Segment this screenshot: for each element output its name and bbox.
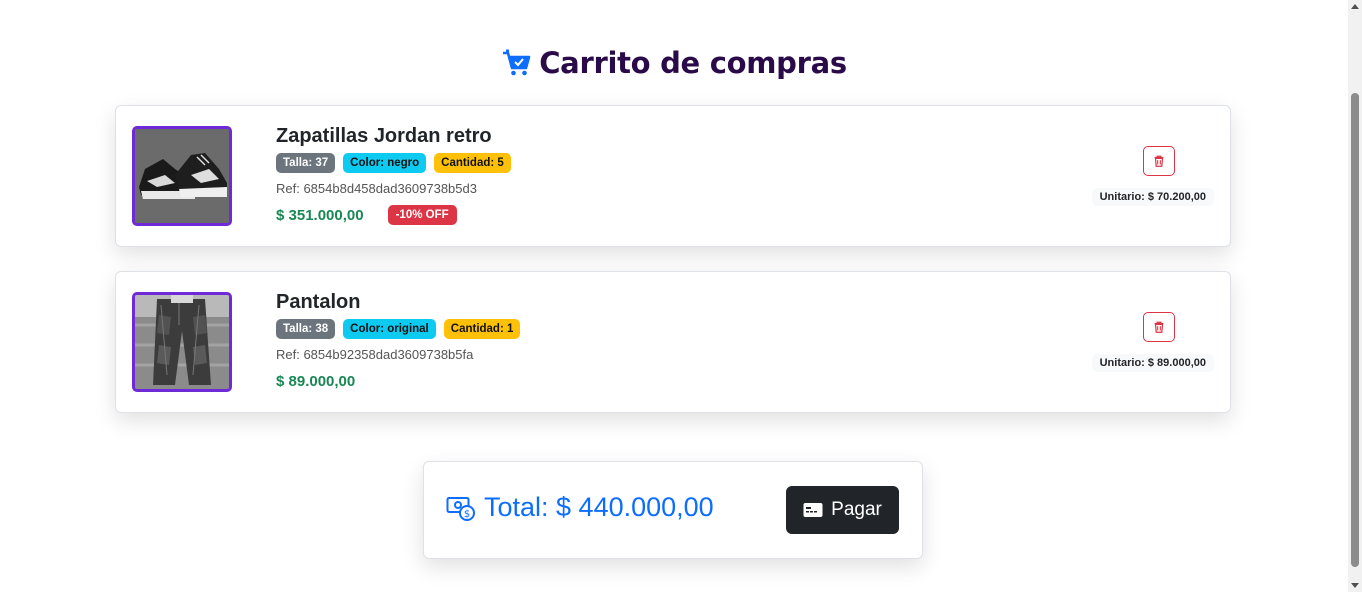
item-badges: Talla: 37 Color: negro Cantidad: 5: [276, 153, 511, 173]
pay-button[interactable]: Pagar: [786, 486, 899, 534]
price-row: $ 89.000,00: [276, 371, 520, 391]
scroll-down-icon[interactable]: [1351, 583, 1359, 588]
svg-text:$: $: [464, 509, 470, 520]
cash-coin-icon: $: [446, 493, 476, 523]
price-row: $ 351.000,00 -10% OFF: [276, 205, 511, 225]
page-header: Carrito de compras: [0, 46, 1348, 80]
page-title: Carrito de compras: [539, 46, 847, 80]
quantity-badge: Cantidad: 5: [434, 153, 511, 173]
delete-item-button[interactable]: [1143, 146, 1175, 176]
sneaker-image: [132, 126, 232, 226]
cart-check-icon: [501, 48, 531, 78]
vertical-scrollbar[interactable]: [1348, 0, 1362, 592]
scrollbar-thumb[interactable]: [1351, 93, 1359, 567]
item-price: $ 351.000,00: [276, 206, 364, 224]
page: Carrito de compras Zapatillas Jordan ret…: [0, 0, 1348, 592]
order-total: $ Total: $ 440.000,00: [446, 492, 714, 523]
item-ref: Ref: 6854b8d458dad3609738b5d3: [276, 181, 477, 196]
pants-image: [132, 292, 232, 392]
order-summary: $ Total: $ 440.000,00 Pagar: [423, 461, 923, 559]
quantity-badge: Cantidad: 1: [443, 319, 521, 339]
credit-card-icon: [803, 503, 823, 517]
trash-icon: [1154, 155, 1164, 167]
color-badge: Color: original: [343, 319, 436, 339]
unit-price: Unitario: $ 70.200,00: [1091, 188, 1214, 206]
size-badge: Talla: 37: [276, 153, 336, 173]
item-actions: Unitario: $ 89.000,00: [1074, 312, 1214, 382]
item-info: Pantalon Talla: 38 Color: original Canti…: [276, 289, 521, 391]
trash-icon: [1154, 321, 1164, 333]
item-badges: Talla: 38 Color: original Cantidad: 1: [276, 319, 521, 339]
discount-badge: -10% OFF: [387, 205, 457, 225]
size-badge: Talla: 38: [276, 319, 336, 339]
pay-button-label: Pagar: [831, 499, 882, 520]
color-badge: Color: negro: [343, 153, 427, 173]
unit-price: Unitario: $ 89.000,00: [1091, 354, 1214, 372]
item-name: Pantalon: [276, 291, 361, 313]
item-price: $ 89.000,00: [276, 372, 356, 390]
item-info: Zapatillas Jordan retro Talla: 37 Color:…: [276, 123, 511, 225]
item-actions: Unitario: $ 70.200,00: [1074, 146, 1214, 216]
item-ref: Ref: 6854b92358dad3609738b5fa: [276, 347, 474, 362]
scroll-up-icon[interactable]: [1351, 4, 1359, 9]
total-amount: Total: $ 440.000,00: [484, 492, 714, 522]
item-name: Zapatillas Jordan retro: [276, 125, 492, 147]
cart-item: Zapatillas Jordan retro Talla: 37 Color:…: [115, 105, 1231, 247]
delete-item-button[interactable]: [1143, 312, 1175, 342]
cart-item: Pantalon Talla: 38 Color: original Canti…: [115, 271, 1231, 413]
